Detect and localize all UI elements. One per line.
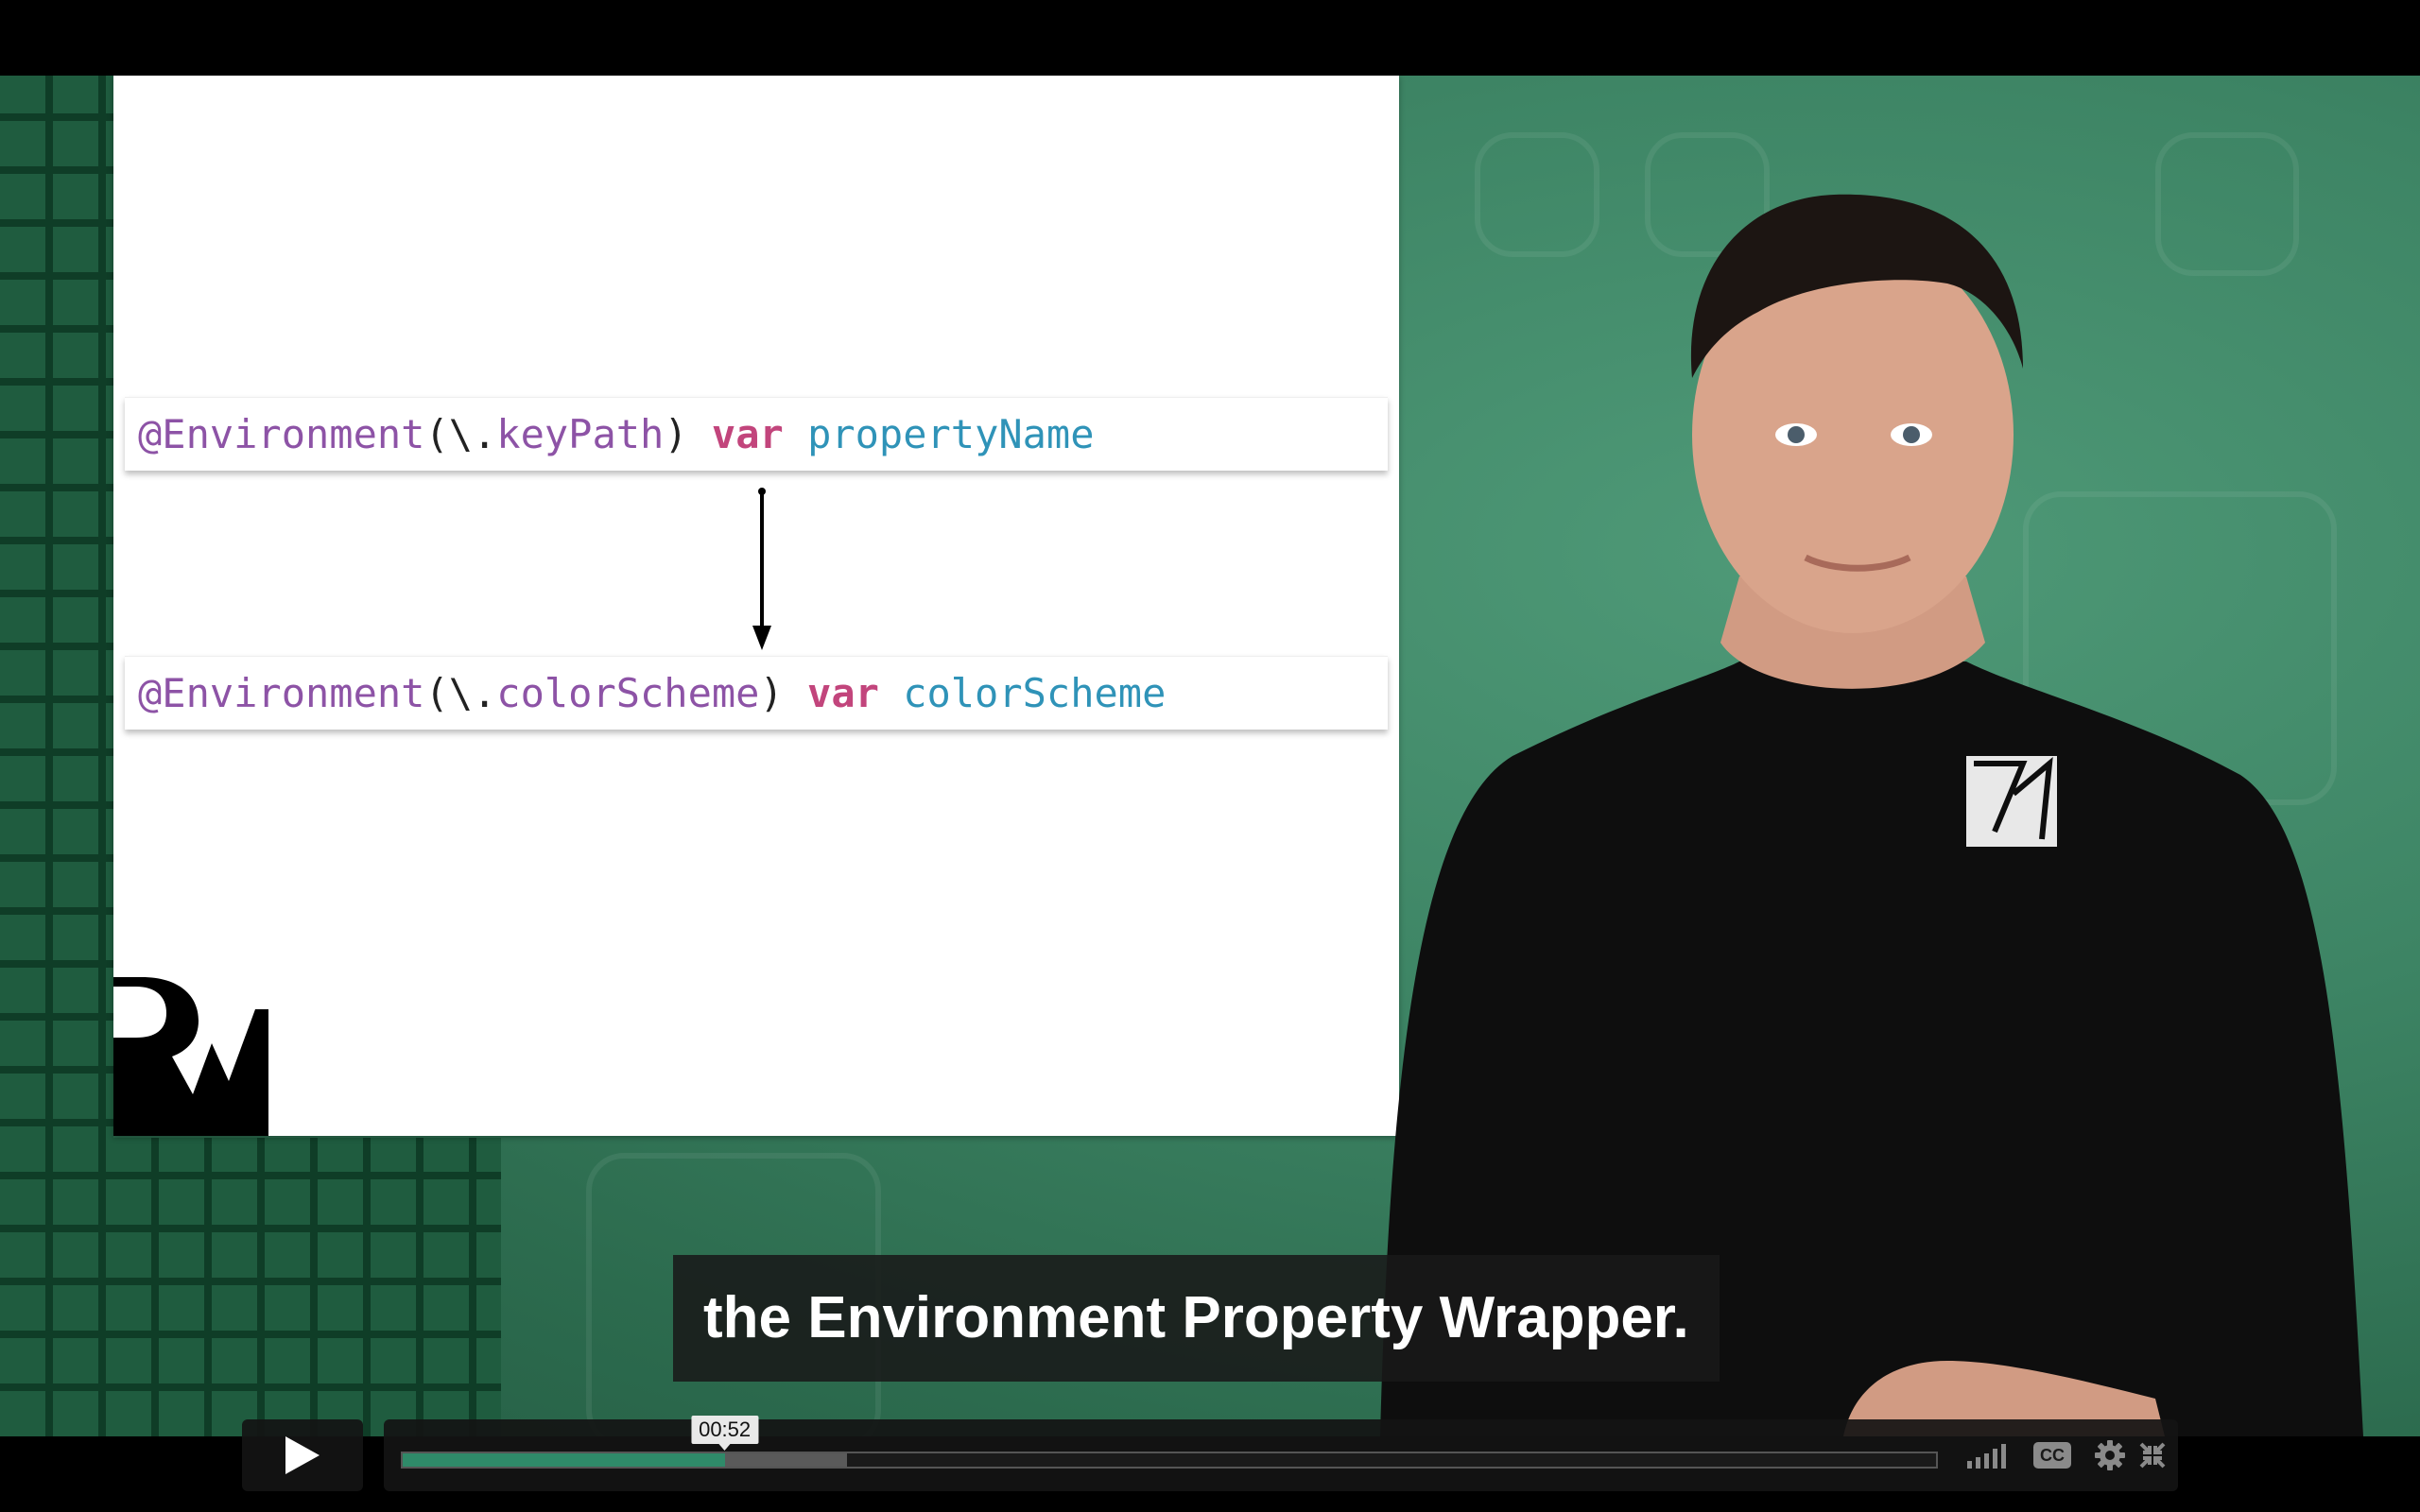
code-attribute: @Environment [138, 669, 425, 716]
presenter [1380, 194, 2363, 1436]
progress-played [403, 1453, 725, 1467]
progress-panel: 00:52 CC [384, 1416, 2178, 1491]
progress-bar[interactable]: 00:52 [401, 1416, 1938, 1469]
down-arrow-icon [752, 488, 771, 650]
code-keyword: var [711, 410, 784, 457]
volume-icon [1967, 1444, 2006, 1469]
code-property-name: colorScheme [903, 669, 1167, 716]
code-punctuation: (\. [424, 669, 497, 716]
rw-logo [113, 977, 268, 1136]
code-line-example: @Environment (\. colorScheme) var colorSch… [125, 656, 1388, 730]
code-property-name: propertyName [807, 410, 1095, 457]
background-tile-block [0, 1138, 501, 1436]
code-keypath: colorScheme [496, 669, 760, 716]
video-frame[interactable]: @Environment (\. keyPath) var propertyName… [0, 76, 2420, 1436]
exit-fullscreen-button[interactable] [2138, 1438, 2167, 1472]
code-keypath: keyPath [496, 410, 665, 457]
code-punctuation: ) [664, 410, 688, 457]
code-attribute: @Environment [138, 410, 425, 457]
exit-fullscreen-icon [2139, 1442, 2166, 1469]
volume-button[interactable] [1966, 1438, 2014, 1472]
play-button[interactable] [242, 1419, 363, 1491]
presentation-slide: @Environment (\. keyPath) var propertyName… [113, 76, 1399, 1136]
code-punctuation: (\. [424, 410, 497, 457]
current-time-tooltip: 00:52 [691, 1416, 759, 1451]
code-keyword: var [807, 669, 879, 716]
player-controls: 00:52 CC [242, 1416, 2178, 1493]
gear-icon [2095, 1440, 2125, 1470]
code-punctuation: ) [759, 669, 784, 716]
code-line-generic: @Environment (\. keyPath) var propertyName [125, 397, 1388, 471]
settings-button[interactable] [2093, 1438, 2127, 1472]
closed-captions-button[interactable]: CC [2031, 1438, 2074, 1472]
play-icon [285, 1436, 320, 1474]
subtitle-caption: the Environment Property Wrapper. [673, 1255, 1720, 1382]
closed-captions-icon: CC [2033, 1442, 2071, 1469]
